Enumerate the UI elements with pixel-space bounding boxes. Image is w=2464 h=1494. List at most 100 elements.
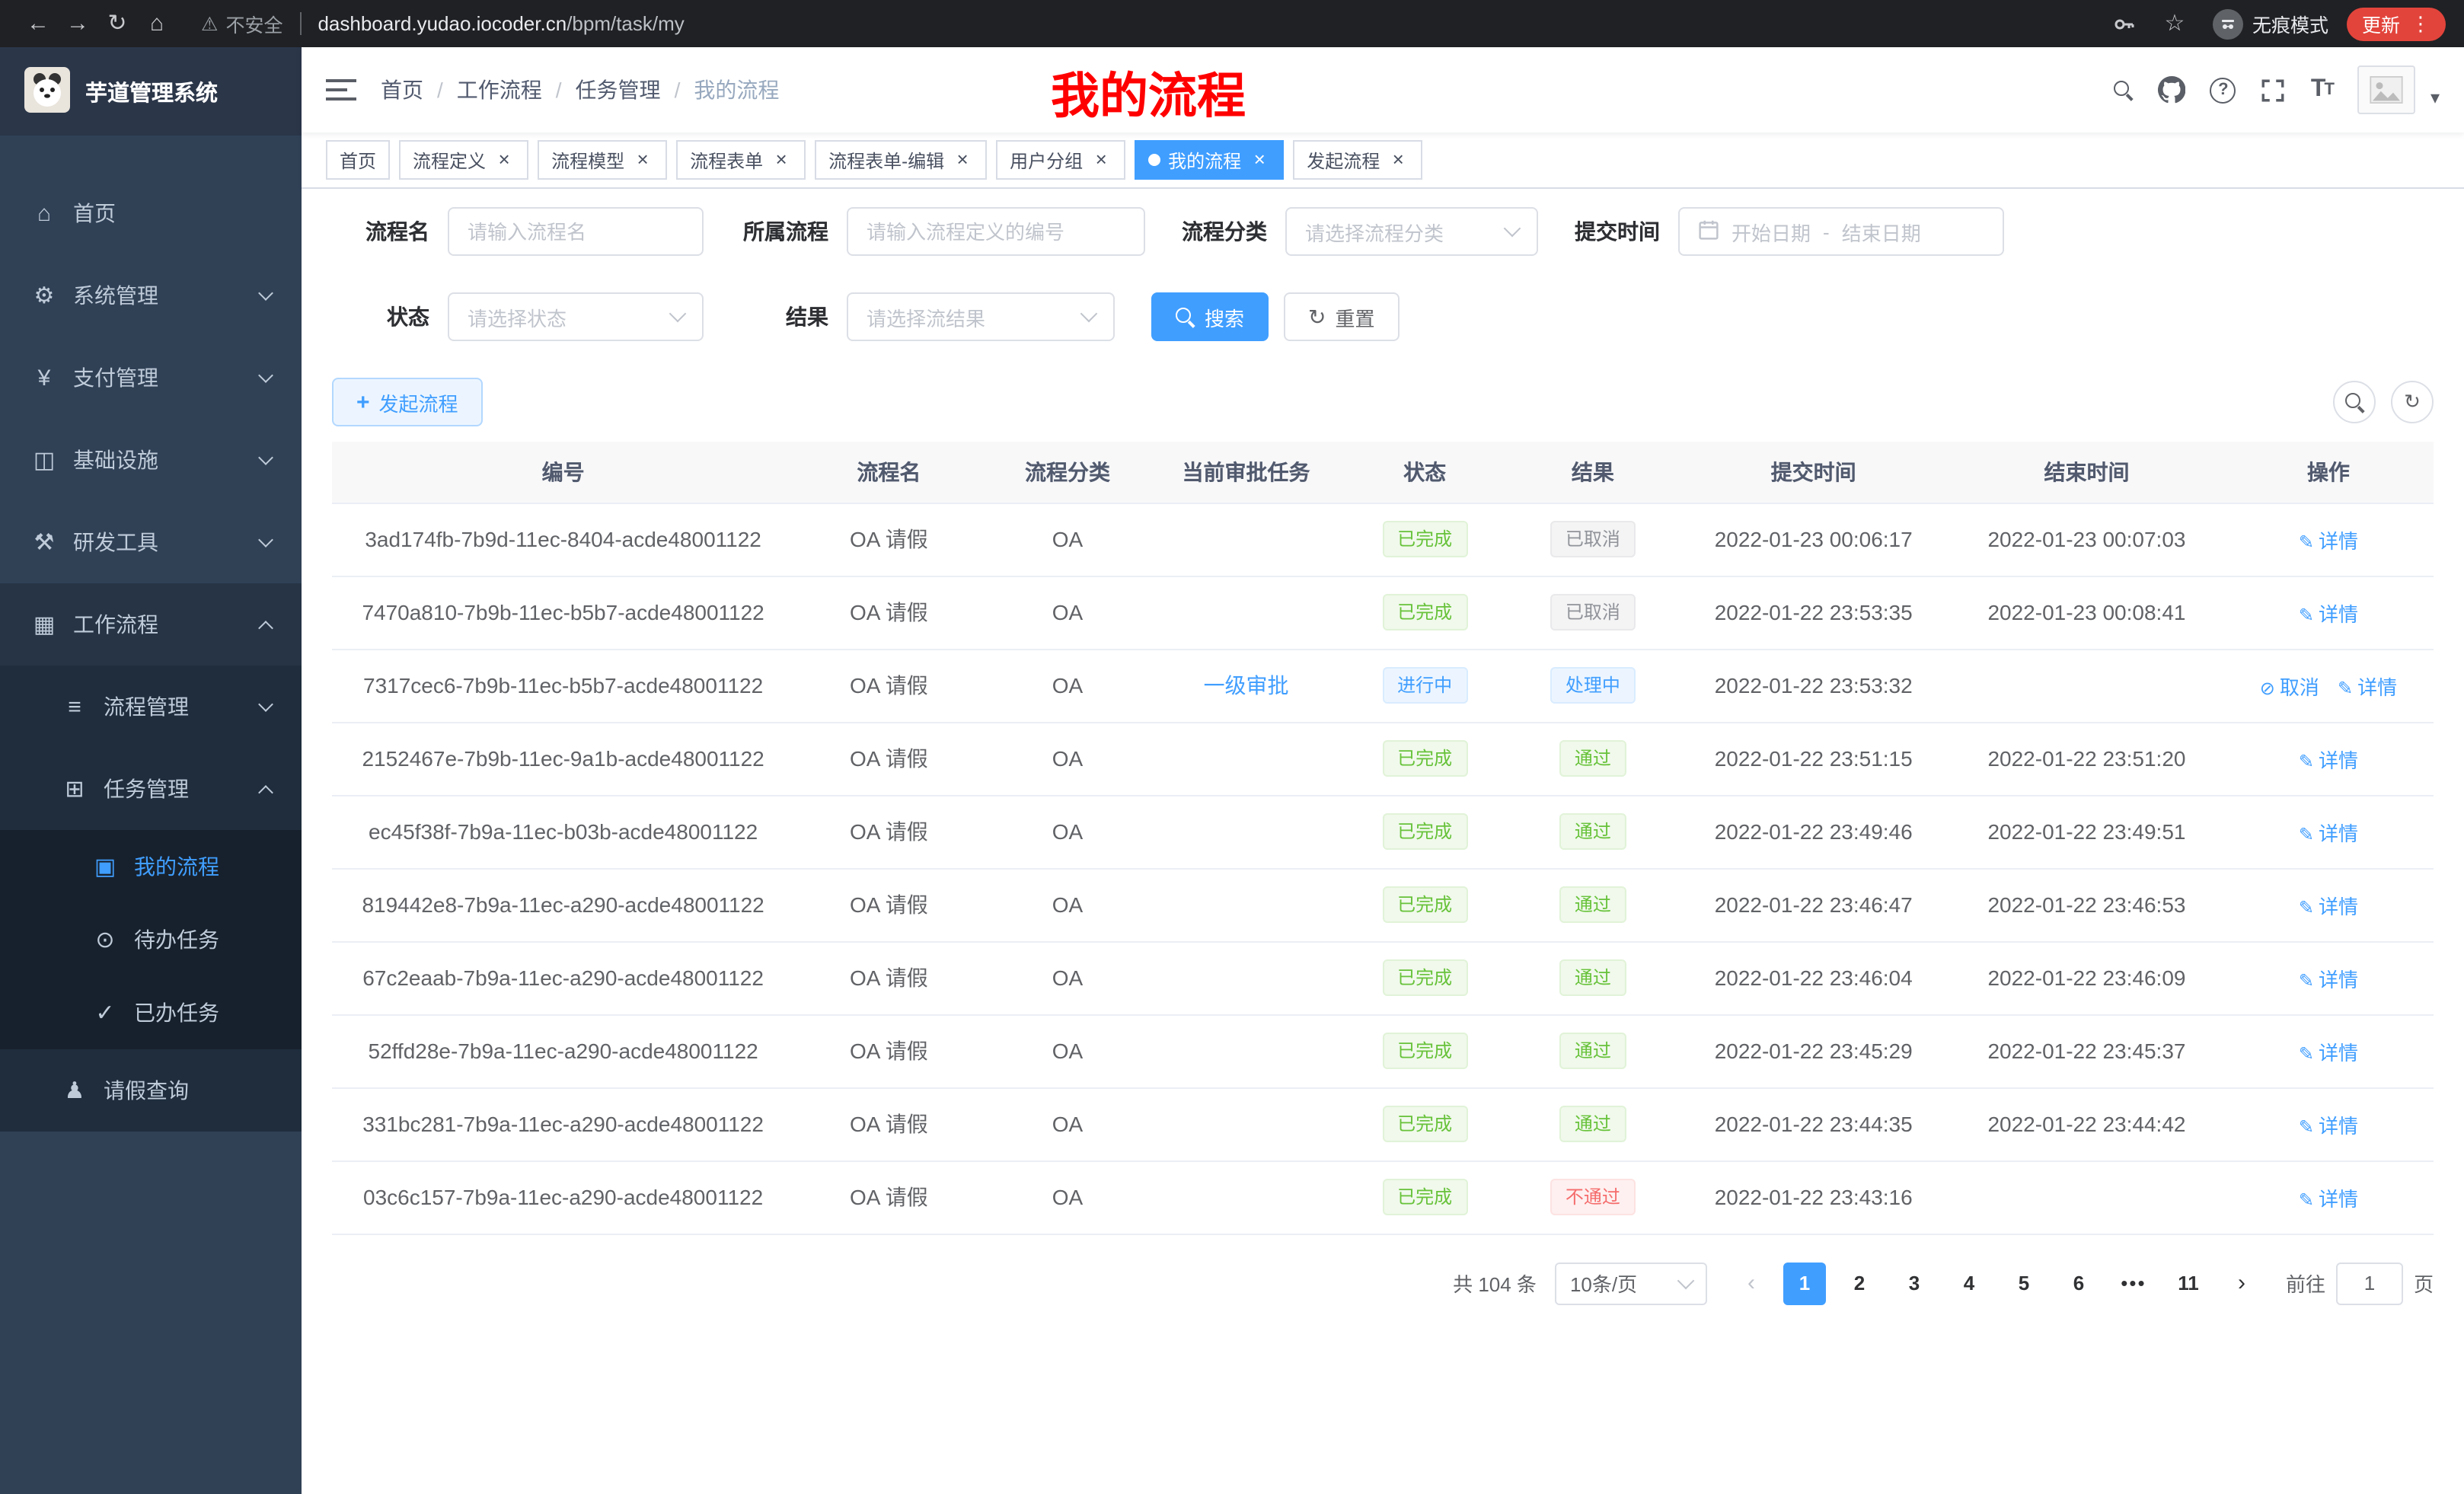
detail-action[interactable]: ✎详情 bbox=[2299, 968, 2358, 991]
close-icon[interactable]: × bbox=[1090, 149, 1112, 171]
search-icon[interactable] bbox=[2115, 80, 2134, 100]
tab-start-process[interactable]: 发起流程× bbox=[1293, 140, 1422, 180]
detail-action[interactable]: ✎详情 bbox=[2299, 1114, 2358, 1137]
cell-id: 67c2eaab-7b9a-11ec-a290-acde48001122 bbox=[332, 941, 794, 1014]
sidebar-item-done-task[interactable]: ✓已办任务 bbox=[0, 976, 302, 1049]
forward-icon[interactable]: → bbox=[58, 0, 97, 47]
page-button-11[interactable]: 11 bbox=[2167, 1262, 2210, 1304]
avatar[interactable] bbox=[2357, 65, 2415, 114]
cell-category: OA bbox=[984, 941, 1152, 1014]
process-name-input[interactable] bbox=[448, 207, 704, 256]
cell-name: OA 请假 bbox=[794, 576, 983, 649]
more-vert-icon[interactable]: ⋮ bbox=[2411, 14, 2430, 34]
devtools-icon: ⚒ bbox=[30, 528, 58, 556]
sidebar-item-label: 基础设施 bbox=[73, 445, 158, 475]
sidebar-item-system[interactable]: ⚙系统管理 bbox=[0, 254, 302, 337]
sidebar-item-workflow[interactable]: ▦工作流程 bbox=[0, 583, 302, 666]
fullscreen-icon[interactable] bbox=[2261, 77, 2287, 103]
tab-user-group[interactable]: 用户分组× bbox=[996, 140, 1125, 180]
category-select[interactable]: 请选择流程分类 bbox=[1285, 207, 1538, 256]
detail-action[interactable]: ✎详情 bbox=[2338, 675, 2397, 698]
page-button-4[interactable]: 4 bbox=[1948, 1262, 1990, 1304]
close-icon[interactable]: × bbox=[632, 149, 653, 171]
page-button-3[interactable]: 3 bbox=[1893, 1262, 1936, 1304]
pagination: 共 104 条 10条/页 ‹ 123456•••11 › 前往 页 bbox=[332, 1262, 2434, 1304]
bookmark-star-icon[interactable]: ☆ bbox=[2155, 0, 2194, 47]
tab-label: 流程表单-编辑 bbox=[828, 147, 944, 173]
reload-icon[interactable]: ↻ bbox=[97, 0, 137, 47]
sidebar-item-infrastructure[interactable]: ◫基础设施 bbox=[0, 419, 302, 501]
sidebar-item-payment[interactable]: ¥支付管理 bbox=[0, 337, 302, 419]
sidebar-item-my-process[interactable]: ▣我的流程 bbox=[0, 830, 302, 903]
cell-actions: ✎详情 bbox=[2223, 1160, 2434, 1234]
tab-home[interactable]: 首页 bbox=[326, 140, 390, 180]
page-button-5[interactable]: 5 bbox=[2003, 1262, 2045, 1304]
sidebar-item-home[interactable]: ⌂首页 bbox=[0, 172, 302, 254]
prev-page-button[interactable]: ‹ bbox=[1730, 1262, 1773, 1304]
page-button-1[interactable]: 1 bbox=[1783, 1262, 1826, 1304]
table-refresh-button[interactable]: ↻ bbox=[2391, 381, 2434, 423]
status-tag: 处理中 bbox=[1550, 667, 1636, 704]
process-definition-input[interactable] bbox=[847, 207, 1145, 256]
sidebar-item-leave-query[interactable]: ♟请假查询 bbox=[0, 1049, 302, 1132]
page-button-6[interactable]: 6 bbox=[2057, 1262, 2100, 1304]
search-toggle-button[interactable] bbox=[2333, 381, 2376, 423]
help-icon[interactable]: ? bbox=[2210, 77, 2236, 103]
breadcrumb-item[interactable]: 任务管理 bbox=[576, 75, 661, 105]
cancel-action[interactable]: ⊘取消 bbox=[2260, 675, 2319, 698]
tab-process-model[interactable]: 流程模型× bbox=[538, 140, 667, 180]
page-button-2[interactable]: 2 bbox=[1838, 1262, 1881, 1304]
address-bar[interactable]: dashboard.yudao.iocoder.cn/bpm/task/my bbox=[318, 12, 684, 35]
submit-time-range-picker[interactable]: 开始日期 - 结束日期 bbox=[1678, 207, 2004, 256]
github-icon[interactable] bbox=[2159, 76, 2186, 104]
detail-action[interactable]: ✎详情 bbox=[2299, 895, 2358, 918]
detail-action[interactable]: ✎详情 bbox=[2299, 1041, 2358, 1064]
back-icon[interactable]: ← bbox=[18, 0, 58, 47]
close-icon[interactable]: × bbox=[952, 149, 973, 171]
status-tag: 已完成 bbox=[1382, 886, 1467, 923]
breadcrumb-item[interactable]: 工作流程 bbox=[457, 75, 542, 105]
close-icon[interactable]: × bbox=[1249, 149, 1270, 171]
result-select[interactable]: 请选择流结果 bbox=[847, 292, 1115, 341]
caret-down-icon[interactable]: ▾ bbox=[2430, 87, 2440, 114]
sidebar-toggle-icon[interactable] bbox=[326, 78, 356, 102]
sidebar-item-devtools[interactable]: ⚒研发工具 bbox=[0, 501, 302, 583]
more-pages-button[interactable]: ••• bbox=[2112, 1271, 2155, 1294]
goto-page-input[interactable] bbox=[2336, 1262, 2403, 1304]
cell-submit-time: 2022-01-22 23:53:32 bbox=[1677, 649, 1950, 722]
close-icon[interactable]: × bbox=[1387, 149, 1409, 171]
security-indicator[interactable]: ⚠ 不安全 bbox=[201, 9, 282, 38]
task-link[interactable]: 一级审批 bbox=[1204, 673, 1289, 698]
font-size-icon[interactable]: TT bbox=[2311, 76, 2333, 104]
detail-action[interactable]: ✎详情 bbox=[2299, 602, 2358, 625]
sidebar-item-task-manage[interactable]: ⊞任务管理 bbox=[0, 748, 302, 830]
detail-action[interactable]: ✎详情 bbox=[2299, 749, 2358, 771]
detail-action[interactable]: ✎详情 bbox=[2299, 1187, 2358, 1210]
tab-label: 首页 bbox=[340, 147, 376, 173]
search-button[interactable]: 搜索 bbox=[1151, 292, 1269, 341]
url-path: /bpm/task/my bbox=[567, 12, 685, 35]
cell-end-time: 2022-01-22 23:46:53 bbox=[1950, 868, 2223, 941]
browser-update-button[interactable]: 更新 ⋮ bbox=[2347, 7, 2446, 40]
next-page-button[interactable]: › bbox=[2220, 1262, 2263, 1304]
status-select[interactable]: 请选择状态 bbox=[448, 292, 704, 341]
reset-button[interactable]: ↻ 重置 bbox=[1284, 292, 1400, 341]
tab-process-definition[interactable]: 流程定义 × bbox=[399, 140, 528, 180]
tab-process-form-edit[interactable]: 流程表单-编辑 × bbox=[815, 140, 987, 180]
sidebar-item-process-manage[interactable]: ≡流程管理 bbox=[0, 666, 302, 748]
detail-action[interactable]: ✎详情 bbox=[2299, 529, 2358, 552]
home-icon[interactable]: ⌂ bbox=[137, 0, 177, 47]
tab-process-form[interactable]: 流程表单× bbox=[676, 140, 806, 180]
page-size-select[interactable]: 10条/页 bbox=[1555, 1262, 1707, 1304]
create-process-button[interactable]: + 发起流程 bbox=[332, 378, 483, 426]
detail-action[interactable]: ✎详情 bbox=[2299, 822, 2358, 844]
close-icon[interactable]: × bbox=[493, 149, 515, 171]
tab-label: 流程定义 bbox=[413, 147, 486, 173]
tab-my-process[interactable]: 我的流程× bbox=[1135, 140, 1284, 180]
close-icon[interactable]: × bbox=[771, 149, 792, 171]
key-icon[interactable] bbox=[2112, 11, 2137, 36]
cell-submit-time: 2022-01-22 23:51:15 bbox=[1677, 722, 1950, 795]
cell-name: OA 请假 bbox=[794, 941, 983, 1014]
breadcrumb-item[interactable]: 首页 bbox=[381, 75, 423, 105]
sidebar-item-todo-task[interactable]: ⊙待办任务 bbox=[0, 903, 302, 976]
